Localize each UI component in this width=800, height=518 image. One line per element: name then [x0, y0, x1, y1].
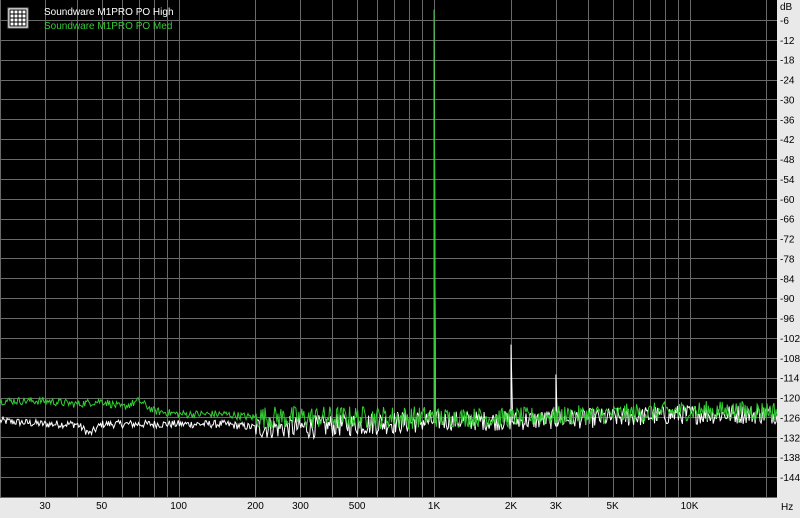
y-tick-label: -66 [780, 215, 795, 226]
y-tick-label: -84 [780, 274, 795, 285]
y-tick-label: -72 [780, 235, 795, 246]
x-tick-label: 100 [170, 501, 187, 512]
y-tick-label: -78 [780, 254, 795, 265]
y-tick-label: -24 [780, 76, 795, 87]
y-tick-label: -30 [780, 95, 795, 106]
x-tick-label: 10K [681, 501, 699, 512]
y-tick-label: -42 [780, 135, 795, 146]
y-unit-label: dB [780, 2, 793, 13]
x-tick-label: 1K [428, 501, 441, 512]
x-tick-label: 3K [550, 501, 563, 512]
y-tick-label: -18 [780, 56, 795, 67]
x-tick-label: 5K [606, 501, 619, 512]
x-tick-labels: 30 50 100 200 300 500 1K 2K 3K 5K 10K [39, 501, 698, 512]
y-tick-label: -114 [780, 374, 800, 385]
legend-entry-high: Soundware M1PRO PO High [44, 7, 174, 18]
x-tick-label: 2K [505, 501, 518, 512]
y-tick-label: -132 [780, 433, 800, 444]
y-tick-label: -144 [780, 473, 800, 484]
y-tick-label: -12 [780, 36, 795, 47]
y-tick-label: -138 [780, 453, 800, 464]
x-tick-label: 200 [247, 501, 264, 512]
y-tick-label: -96 [780, 314, 795, 325]
spectrum-chart: 30501002003005001K2K3K5K10K -6-12-18-24-… [0, 0, 800, 513]
y-tick-label: -6 [780, 16, 789, 27]
graph-icon [8, 8, 28, 28]
x-tick-label: 500 [349, 501, 366, 512]
y-tick-label: -90 [780, 294, 795, 305]
x-tick-label: 30 [39, 501, 51, 512]
y-tick-label: -102 [780, 334, 800, 345]
y-tick-label: -48 [780, 155, 795, 166]
y-tick-label: -54 [780, 175, 795, 186]
legend-entry-med: Soundware M1PRO PO Med [44, 21, 172, 32]
y-tick-label: -120 [780, 394, 800, 405]
x-unit-label: Hz [781, 502, 793, 513]
y-tick-labels: -6 -12 -18 -24 -30 -36 -42 -48 -54 -60 -66 -72 -78 -8… [780, 16, 800, 484]
y-tick-label: -60 [780, 195, 795, 206]
y-tick-label: -108 [780, 354, 800, 365]
y-tick-label: -126 [780, 413, 800, 424]
chart-container: 30501002003005001K2K3K5K10K -6-12-18-24-… [0, 0, 800, 513]
x-tick-label: 50 [96, 501, 108, 512]
x-tick-label: 300 [292, 501, 309, 512]
y-tick-label: -36 [780, 115, 795, 126]
